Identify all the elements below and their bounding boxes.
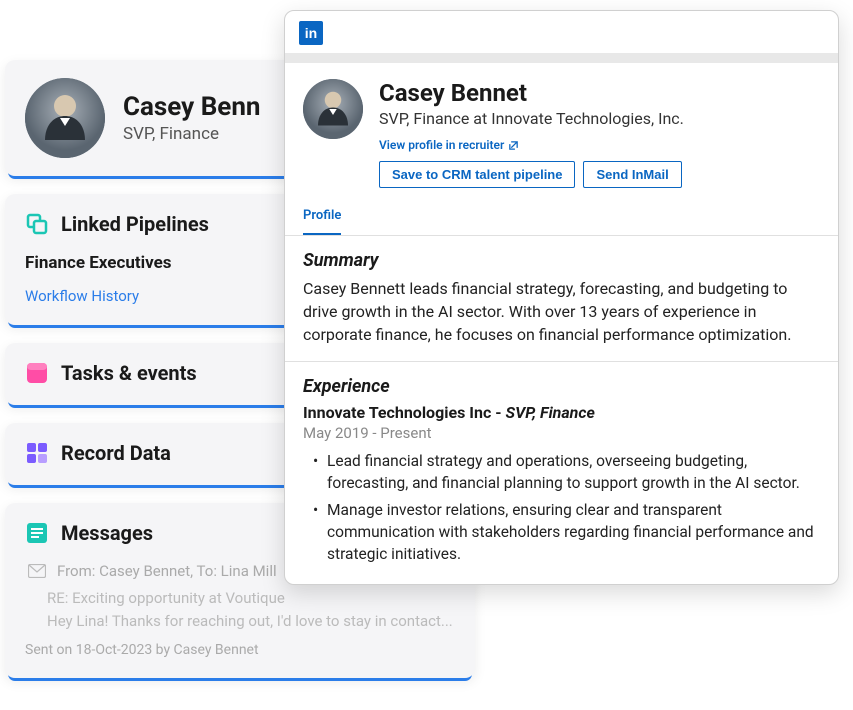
profile-subtitle: SVP, Finance <box>123 124 261 144</box>
avatar <box>25 78 105 158</box>
experience-bullet: Manage investor relations, ensuring clea… <box>313 499 820 566</box>
linkedin-avatar <box>303 79 363 139</box>
pipeline-name[interactable]: Finance Executives <box>25 253 172 273</box>
envelope-icon <box>25 559 49 583</box>
tab-profile[interactable]: Profile <box>303 200 341 235</box>
messages-icon <box>25 521 49 545</box>
summary-text: Casey Bennett leads financial strategy, … <box>303 277 820 347</box>
linkedin-header-strip <box>285 53 838 63</box>
workflow-history-link[interactable]: Workflow History <box>25 287 139 305</box>
message-from-to: From: Casey Bennet, To: Lina Mill <box>57 562 277 580</box>
linkedin-panel: in Casey Bennet SVP, Finance at Innovate… <box>284 10 839 585</box>
linkedin-name: Casey Bennet <box>379 79 820 107</box>
message-meta: Sent on 18-Oct-2023 by Casey Bennet <box>25 642 455 658</box>
summary-heading: Summary <box>303 250 820 271</box>
linkedin-experience-section: Experience Innovate Technologies Inc - S… <box>285 362 838 584</box>
save-to-crm-button[interactable]: Save to CRM talent pipeline <box>379 161 575 188</box>
record-heading: Record Data <box>61 441 171 465</box>
external-link-icon <box>508 140 519 151</box>
profile-name: Casey Benn <box>123 92 261 122</box>
linkedin-title: SVP, Finance at Innovate Technologies, I… <box>379 109 820 128</box>
experience-dates: May 2019 - Present <box>303 424 820 442</box>
send-inmail-button[interactable]: Send InMail <box>583 161 681 188</box>
experience-bullet: Lead financial strategy and operations, … <box>313 450 820 495</box>
experience-title: Innovate Technologies Inc - SVP, Finance <box>303 403 820 422</box>
message-subject: RE: Exciting opportunity at Voutique <box>47 589 455 607</box>
tasks-icon <box>25 361 49 385</box>
experience-heading: Experience <box>303 376 820 397</box>
pipelines-heading: Linked Pipelines <box>61 212 209 236</box>
message-preview: Hey Lina! Thanks for reaching out, I'd l… <box>47 611 455 632</box>
messages-heading: Messages <box>61 521 153 545</box>
pipelines-icon <box>25 212 49 236</box>
view-profile-recruiter-link[interactable]: View profile in recruiter <box>379 138 519 152</box>
linkedin-logo-icon: in <box>299 21 323 45</box>
linkedin-summary-section: Summary Casey Bennett leads financial st… <box>285 236 838 362</box>
record-data-icon <box>25 441 49 465</box>
tasks-heading: Tasks & events <box>61 361 197 385</box>
